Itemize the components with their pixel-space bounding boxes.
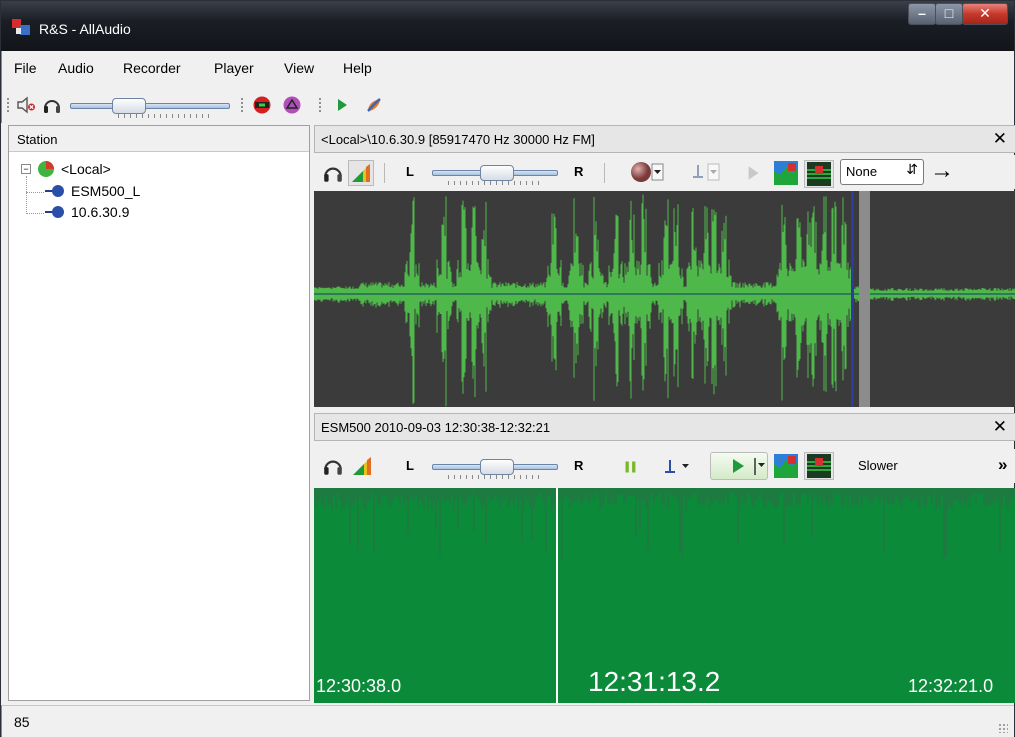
- tree-line-branch: [26, 213, 44, 214]
- main-toolbar: [1, 85, 1014, 123]
- toolbar-grip-3[interactable]: [318, 97, 322, 113]
- time-start-label: 12:30:38.0: [316, 676, 402, 696]
- station-panel-header: Station: [9, 126, 309, 152]
- menu-player[interactable]: Player: [214, 60, 254, 76]
- play-split-button[interactable]: [710, 452, 768, 480]
- more-tools-chevron-icon[interactable]: »: [998, 455, 1007, 475]
- marker-dropdown-button[interactable]: [662, 456, 692, 478]
- record-dropdown-button[interactable]: [630, 161, 664, 183]
- window-title: R&S - AllAudio: [39, 21, 131, 37]
- headphones-icon[interactable]: [322, 455, 344, 477]
- headphones-icon[interactable]: [322, 162, 344, 184]
- speed-slower-button[interactable]: Slower: [858, 458, 898, 473]
- play-icon[interactable]: [332, 95, 352, 115]
- color-palette-icon[interactable]: [364, 95, 384, 115]
- live-waveform[interactable]: [314, 191, 1015, 407]
- mode-select[interactable]: None ⇵: [840, 159, 924, 185]
- spectrum-view-icon[interactable]: [774, 454, 798, 478]
- right-channel-label: R: [574, 164, 584, 179]
- toolbar-grip[interactable]: [6, 97, 10, 113]
- waterfall-view-icon: [807, 162, 831, 186]
- separator: [604, 163, 605, 183]
- recording-channel-title: ESM500 2010-09-03 12:30:38-12:32:21: [321, 420, 551, 435]
- minimize-button[interactable]: –: [908, 3, 936, 25]
- waveform-plot: [314, 194, 1015, 407]
- marker-dropdown-button[interactable]: [690, 161, 724, 183]
- time-end-label: 12:32:21.0: [908, 676, 994, 696]
- speaker-mute-icon[interactable]: [16, 95, 36, 115]
- waterfall-view-button[interactable]: [804, 452, 834, 480]
- collapse-expander-icon[interactable]: −: [21, 164, 31, 174]
- recording-channel-header: ESM500 2010-09-03 12:30:38-12:32:21 ✕: [314, 413, 1015, 441]
- menu-file[interactable]: File: [14, 60, 37, 76]
- tree-label-local: <Local>: [61, 161, 111, 177]
- left-channel-label: L: [406, 164, 414, 179]
- play-icon[interactable]: [742, 162, 764, 184]
- app-window: R&S - AllAudio – □ ✕ File Audio Recorder…: [0, 0, 1015, 737]
- tree-label-ip: 10.6.30.9: [71, 204, 130, 220]
- live-channel-close-button[interactable]: ✕: [993, 129, 1007, 149]
- tree-item-local[interactable]: − <Local>: [21, 160, 111, 178]
- right-channel-label: R: [574, 458, 584, 473]
- buffer-gap-marker: [859, 191, 870, 407]
- station-plug-icon: [45, 185, 64, 197]
- playback-cursor[interactable]: [851, 191, 854, 407]
- recording-channel-close-button[interactable]: ✕: [993, 417, 1007, 437]
- status-text: 85: [14, 714, 30, 730]
- live-channel-title: <Local>\10.6.30.9 [85917470 Hz 30000 Hz …: [321, 132, 595, 147]
- station-plug-icon: [45, 206, 64, 218]
- level-meter-button[interactable]: [348, 160, 374, 186]
- play-icon: [733, 458, 765, 475]
- menu-help[interactable]: Help: [343, 60, 372, 76]
- close-button[interactable]: ✕: [962, 3, 1008, 25]
- spinner-arrows-icon: ⇵: [906, 161, 918, 177]
- station-pie-icon: [38, 161, 54, 177]
- tree-label-esm500: ESM500_L: [71, 183, 141, 199]
- recording-timeline[interactable]: 12:30:38.0 12:31:13.2 12:32:21.0: [314, 488, 1015, 703]
- waveform-trace: [314, 194, 1015, 407]
- live-channel-toolbar: L R None ⇵ →: [314, 155, 1015, 189]
- maximize-icon: □: [944, 5, 954, 21]
- timeline-cursor[interactable]: [556, 488, 558, 703]
- forward-arrow-icon[interactable]: →: [930, 157, 954, 185]
- waterfall-view-icon: [807, 454, 831, 478]
- live-channel-header: <Local>\10.6.30.9 [85917470 Hz 30000 Hz …: [314, 125, 1015, 153]
- status-bar: 85: [1, 705, 1014, 737]
- minimize-icon: –: [918, 5, 926, 21]
- record-stop-icon[interactable]: [252, 95, 272, 115]
- envelope-trace: [314, 488, 1015, 561]
- title-bar[interactable]: R&S - AllAudio – □ ✕: [1, 1, 1014, 51]
- left-channel-label: L: [406, 458, 414, 473]
- recording-channel-toolbar: L R Slower »: [314, 449, 1015, 483]
- maximize-button[interactable]: □: [935, 3, 963, 25]
- mode-select-value: None: [846, 164, 878, 179]
- tree-line-branch: [26, 192, 44, 193]
- close-icon: ✕: [979, 5, 991, 21]
- station-panel: Station − <Local> ESM500_L 10.6.30.9: [8, 125, 310, 701]
- menu-recorder[interactable]: Recorder: [123, 60, 181, 76]
- waterfall-view-button[interactable]: [804, 160, 834, 188]
- toolbar-grip-2[interactable]: [240, 97, 244, 113]
- app-icon: [12, 19, 30, 35]
- level-meter-icon[interactable]: [350, 454, 374, 478]
- spectrum-view-icon[interactable]: [774, 161, 798, 185]
- time-cursor-label: 12:31:13.2: [588, 666, 721, 697]
- tree-item-ip[interactable]: 10.6.30.9: [45, 204, 129, 220]
- menu-audio[interactable]: Audio: [58, 60, 94, 76]
- resize-grip-icon[interactable]: [998, 723, 1008, 733]
- separator: [384, 163, 385, 183]
- pause-icon[interactable]: [620, 456, 642, 478]
- tree-line: [26, 176, 27, 214]
- tree-item-esm500[interactable]: ESM500_L: [45, 183, 140, 199]
- menu-bar: File Audio Recorder Player View Help: [1, 51, 1014, 85]
- level-meter-icon: [352, 164, 370, 182]
- menu-view[interactable]: View: [284, 60, 314, 76]
- headphones-icon[interactable]: [42, 95, 62, 115]
- rewind-icon[interactable]: [282, 95, 302, 115]
